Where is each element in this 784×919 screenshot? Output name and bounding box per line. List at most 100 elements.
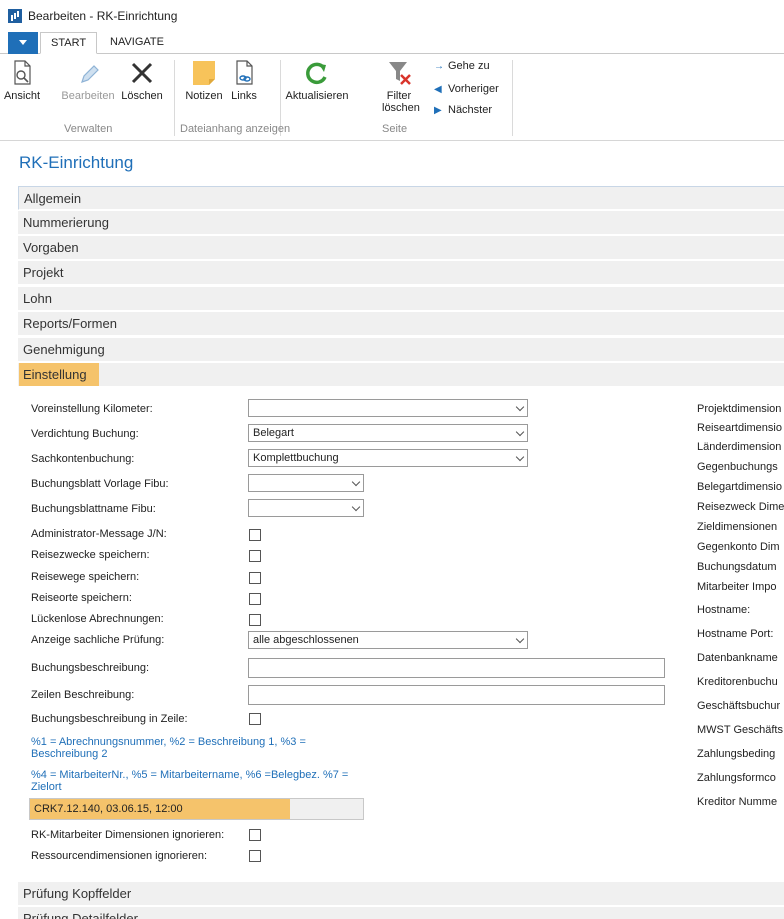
clear-filter-label-1: Filter <box>386 90 412 102</box>
notes-button[interactable]: Notizen <box>182 58 226 102</box>
right-field-label: Projektdimension <box>697 403 782 415</box>
right-field-label: Zieldimensionen <box>697 521 778 533</box>
group-label-verwalten: Verwalten <box>64 123 113 135</box>
placeholder-hint-2a: %4 = MitarbeiterNr., %5 = Mitarbeiternam… <box>31 769 349 781</box>
file-menu-button[interactable] <box>8 32 38 54</box>
link-document-icon <box>229 58 259 88</box>
view-button[interactable]: Ansicht <box>2 58 42 102</box>
placeholder-hint-2b: Zielort <box>31 781 62 793</box>
triangle-right-icon: ▶ <box>434 105 442 116</box>
version-value: CRK7.12.140, 03.06.15, 12:00 <box>34 803 183 815</box>
refresh-label: Aktualisieren <box>285 90 349 102</box>
right-field-label: Hostname Port: <box>697 628 774 640</box>
window-titlebar: Bearbeiten - RK-Einrichtung <box>0 0 784 32</box>
view-label: Ansicht <box>3 90 41 102</box>
links-button[interactable]: Links <box>228 58 260 102</box>
section-einstellung-label: Einstellung <box>19 363 99 386</box>
right-field-label: Gegenkonto Dim <box>697 541 780 553</box>
next-button[interactable]: ▶ Nächster <box>434 104 492 116</box>
rk-ma-dim-checkbox[interactable] <box>249 829 261 841</box>
chevron-down-icon <box>515 402 525 412</box>
group-separator <box>174 60 175 136</box>
tab-start[interactable]: START <box>40 32 98 54</box>
zeilen-beschreibung-input[interactable] <box>248 685 665 705</box>
previous-button[interactable]: ◀ Vorheriger <box>434 83 499 95</box>
section-einstellung[interactable]: Einstellung <box>18 363 784 387</box>
zeilen-beschreibung-label: Zeilen Beschreibung: <box>31 689 135 701</box>
verdichtung-select[interactable]: Belegart <box>248 424 528 442</box>
ribbon-tabs: START NAVIGATE <box>0 32 784 54</box>
reisezwecke-checkbox[interactable] <box>249 550 261 562</box>
section-projekt[interactable]: Projekt <box>18 261 784 285</box>
right-field-label: Gegenbuchungs <box>697 461 778 473</box>
voreinstellung-km-label: Voreinstellung Kilometer: <box>31 403 153 415</box>
right-field-label: Datenbankname <box>697 652 778 664</box>
anzeige-pruefung-select[interactable]: alle abgeschlossenen <box>248 631 528 649</box>
admin-msg-checkbox[interactable] <box>249 529 261 541</box>
sachkonten-label: Sachkontenbuchung: <box>31 453 135 465</box>
close-x-icon <box>127 58 157 88</box>
group-label-seite: Seite <box>382 123 408 135</box>
group-label-dateianhang: Dateianhang anzeigen <box>180 123 291 135</box>
admin-msg-label: Administrator-Message J/N: <box>31 528 167 540</box>
clear-filter-button[interactable]: Filter löschen <box>382 58 420 114</box>
chevron-down-icon <box>351 477 361 487</box>
window-title: Bearbeiten - RK-Einrichtung <box>28 9 178 23</box>
right-field-label: Hostname: <box>697 604 751 616</box>
chevron-down-icon <box>515 634 525 644</box>
right-field-label: Länderdimension <box>697 441 782 453</box>
section-pruefung-kopffelder[interactable]: Prüfung Kopffelder <box>18 882 784 906</box>
right-field-label: Reiseartdimensio <box>697 422 782 434</box>
verdichtung-label: Verdichtung Buchung: <box>31 428 139 440</box>
links-label: Links <box>231 90 257 102</box>
right-field-label: Zahlungsformco <box>697 772 776 784</box>
edit-label: Bearbeiten <box>61 90 115 102</box>
note-icon <box>189 58 219 88</box>
group-separator <box>512 60 513 136</box>
section-reports[interactable]: Reports/Formen <box>18 312 784 336</box>
arrow-right-icon: → <box>434 61 444 72</box>
next-label: Nächster <box>448 104 493 116</box>
buchungsbeschreibung-input[interactable] <box>248 658 665 678</box>
section-pruefung-detailfelder[interactable]: Prüfung Detailfelder <box>18 907 784 919</box>
reiseorte-label: Reiseorte speichern: <box>31 592 132 604</box>
section-genehmigung[interactable]: Genehmigung <box>18 338 784 362</box>
ressourcen-dim-checkbox[interactable] <box>249 850 261 862</box>
reisewege-label: Reisewege speichern: <box>31 571 140 583</box>
reisewege-checkbox[interactable] <box>249 572 261 584</box>
clear-filter-label-2: löschen <box>382 102 420 114</box>
buchungsbeschreibung-label: Buchungsbeschreibung: <box>31 662 150 674</box>
clear-filter-icon <box>384 58 414 88</box>
bb-in-zeile-label: Buchungsbeschreibung in Zeile: <box>31 713 188 725</box>
section-nummerierung[interactable]: Nummerierung <box>18 211 784 235</box>
bb-name-select[interactable] <box>248 499 364 517</box>
right-field-label: MWST Geschäfts <box>697 724 783 736</box>
refresh-button[interactable]: Aktualisieren <box>284 58 350 102</box>
chevron-down-icon <box>515 452 525 462</box>
section-vorgaben[interactable]: Vorgaben <box>18 236 784 260</box>
lueckenlose-label: Lückenlose Abrechnungen: <box>31 613 164 625</box>
verdichtung-value: Belegart <box>253 427 294 439</box>
lueckenlose-checkbox[interactable] <box>249 614 261 626</box>
rk-ma-dim-label: RK-Mitarbeiter Dimensionen ignorieren: <box>31 829 225 841</box>
right-field-label: Kreditor Numme <box>697 796 778 808</box>
sachkonten-value: Komplettbuchung <box>253 452 339 464</box>
delete-button[interactable]: Löschen <box>120 58 164 102</box>
reiseorte-checkbox[interactable] <box>249 593 261 605</box>
right-field-label: Geschäftsbuchur <box>697 700 781 712</box>
bb-in-zeile-checkbox[interactable] <box>249 713 261 725</box>
triangle-left-icon: ◀ <box>434 84 442 95</box>
bb-vorlage-select[interactable] <box>248 474 364 492</box>
section-lohn[interactable]: Lohn <box>18 287 784 311</box>
goto-button[interactable]: → Gehe zu <box>434 60 490 72</box>
section-allgemein[interactable]: Allgemein <box>18 186 784 210</box>
app-logo-icon <box>8 9 22 23</box>
sachkonten-select[interactable]: Komplettbuchung <box>248 449 528 467</box>
tab-navigate[interactable]: NAVIGATE <box>100 32 174 54</box>
notes-label: Notizen <box>185 90 223 102</box>
placeholder-hint-1b: Beschreibung 2 <box>31 748 108 760</box>
edit-button[interactable]: Bearbeiten <box>60 58 116 102</box>
right-field-label: Reisezweck Dime <box>697 501 784 513</box>
view-document-icon <box>7 58 37 88</box>
voreinstellung-km-select[interactable] <box>248 399 528 417</box>
